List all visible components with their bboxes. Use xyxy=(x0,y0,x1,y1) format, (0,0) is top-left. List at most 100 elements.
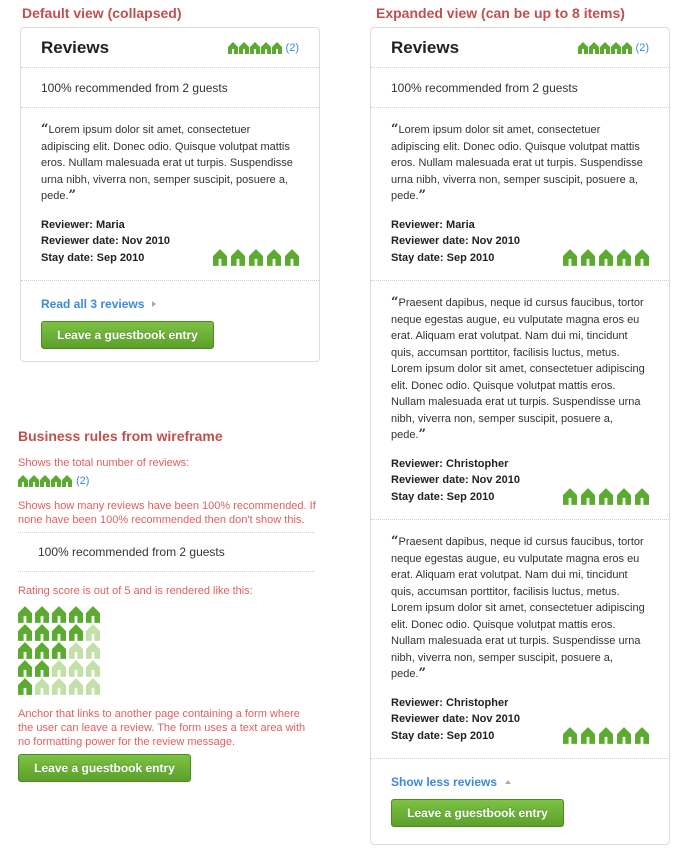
review-body: Praesent dapibus, neque id cursus faucib… xyxy=(391,297,645,441)
reviews-card-expanded: Reviews (2) 100% recommended from 2 gues… xyxy=(370,27,670,845)
review-body: Praesent dapibus, neque id cursus faucib… xyxy=(391,536,645,680)
house-rating-icon xyxy=(35,660,49,677)
show-less-reviews-link[interactable]: Show less reviews xyxy=(391,775,497,789)
review-meta: Reviewer: Maria Reviewer date: Nov 2010 St… xyxy=(391,217,649,267)
house-rating-icon xyxy=(635,488,649,505)
rating-scale-row xyxy=(18,678,318,695)
house-rating-icon xyxy=(635,727,649,744)
review-rating-houses xyxy=(563,727,649,744)
show-less-row: Show less reviews xyxy=(391,775,649,789)
house-rating-icon xyxy=(581,727,595,744)
collapsed-view-heading: Default view (collapsed) xyxy=(22,5,182,21)
review-rating-houses xyxy=(213,249,299,266)
house-rating-icon xyxy=(610,41,621,54)
reviewer-name: Reviewer: Maria xyxy=(41,218,125,231)
review-text: “Praesent dapibus, neque id cursus fauci… xyxy=(391,295,649,444)
overall-rating: (2) xyxy=(577,41,649,54)
house-rating-icon xyxy=(35,624,49,641)
house-rating-icon xyxy=(86,642,100,659)
reviews-title: Reviews xyxy=(41,37,110,57)
review-meta: Reviewer: Christopher Reviewer date: Nov … xyxy=(391,456,649,506)
chevron-right-icon xyxy=(152,301,157,307)
house-rating-icon xyxy=(35,606,49,623)
recommend-summary: 100% recommended from 2 guests xyxy=(371,68,669,108)
house-rating-icon xyxy=(238,41,249,54)
close-quote-mark: ” xyxy=(418,666,427,681)
review-count: (2) xyxy=(635,41,649,54)
review-meta-lines: Reviewer: Christopher Reviewer date: Nov … xyxy=(391,456,520,506)
review-meta-lines: Reviewer: Christopher Reviewer date: Nov … xyxy=(391,695,520,745)
house-rating-icon xyxy=(52,606,66,623)
house-rating-icon xyxy=(577,41,588,54)
house-rating-icon xyxy=(599,488,613,505)
overall-rating-houses xyxy=(577,41,632,54)
close-quote-mark: ” xyxy=(68,188,77,203)
house-rating-icon xyxy=(599,249,613,266)
business-rules-heading: Business rules from wireframe xyxy=(18,428,223,444)
overall-rating: (2) xyxy=(227,41,299,54)
review-text: “Lorem ipsum dolor sit amet, consectetue… xyxy=(41,122,299,205)
rating-scale-row xyxy=(18,624,318,641)
house-rating-icon xyxy=(231,249,245,266)
review-list: “Lorem ipsum dolor sit amet, consectetue… xyxy=(371,108,669,759)
house-rating-icon xyxy=(86,678,100,695)
guestbook-button[interactable]: Leave a guestbook entry xyxy=(391,799,564,827)
guestbook-button[interactable]: Leave a guestbook entry xyxy=(18,754,191,782)
expanded-view-heading: Expanded view (can be up to 8 items) xyxy=(376,5,625,21)
house-rating-icon xyxy=(285,249,299,266)
rating-scale-row xyxy=(18,606,318,623)
guestbook-button[interactable]: Leave a guestbook entry xyxy=(41,321,214,349)
house-rating-icon xyxy=(18,678,32,695)
house-rating-icon xyxy=(563,249,577,266)
house-rating-icon xyxy=(86,606,100,623)
reviews-header: Reviews (2) xyxy=(371,28,669,68)
review-meta-lines: Reviewer: Maria Reviewer date: Nov 2010 St… xyxy=(391,217,520,267)
rule-total-houses xyxy=(18,475,72,487)
house-rating-icon xyxy=(69,642,83,659)
stay-date: Stay date: Sep 2010 xyxy=(391,251,495,264)
house-rating-icon xyxy=(213,249,227,266)
review-body: Lorem ipsum dolor sit amet, consectetuer… xyxy=(391,124,643,202)
house-rating-icon xyxy=(621,41,632,54)
rule-recommend-note: Shows how many reviews have been 100% re… xyxy=(18,500,316,526)
review-date: Reviewer date: Nov 2010 xyxy=(391,713,521,725)
house-rating-icon xyxy=(581,249,595,266)
house-rating-icon xyxy=(249,41,260,54)
reviewer-name: Reviewer: Christopher xyxy=(391,696,509,709)
review-meta: Reviewer: Maria Reviewer date: Nov 2010 St… xyxy=(41,217,299,267)
review-text: “Praesent dapibus, neque id cursus fauci… xyxy=(391,534,649,683)
house-rating-icon xyxy=(52,660,66,677)
review-item: “Lorem ipsum dolor sit amet, consectetue… xyxy=(371,108,669,281)
rule-total-note: Shows the total number of reviews: xyxy=(18,457,190,469)
house-rating-icon xyxy=(18,606,32,623)
house-rating-icon xyxy=(581,488,595,505)
house-rating-icon xyxy=(267,249,281,266)
house-rating-icon xyxy=(86,660,100,677)
card-footer: Show less reviews Leave a guestbook entr… xyxy=(371,759,669,841)
reviews-card-collapsed: Reviews (2) 100% recommended from 2 gues… xyxy=(20,27,320,362)
house-rating-icon xyxy=(40,475,50,487)
house-rating-icon xyxy=(563,488,577,505)
reviews-title: Reviews xyxy=(391,37,460,57)
review-meta: Reviewer: Christopher Reviewer date: Nov … xyxy=(391,695,649,745)
house-rating-icon xyxy=(52,624,66,641)
house-rating-icon xyxy=(69,660,83,677)
rule-recommend-example: 100% recommended from 2 guests xyxy=(18,532,315,572)
stay-date: Stay date: Sep 2010 xyxy=(41,251,145,264)
review-count: (2) xyxy=(285,41,299,54)
review-item: “Lorem ipsum dolor sit amet, consectetue… xyxy=(21,108,319,281)
reviews-header: Reviews (2) xyxy=(21,28,319,68)
read-all-row: Read all 3 reviews xyxy=(41,297,299,311)
review-meta-lines: Reviewer: Maria Reviewer date: Nov 2010 St… xyxy=(41,217,170,267)
business-rules: Business rules from wireframe Shows the … xyxy=(18,428,318,782)
review-date: Reviewer date: Nov 2010 xyxy=(391,474,521,486)
stay-date: Stay date: Sep 2010 xyxy=(391,490,495,503)
house-rating-icon xyxy=(599,41,610,54)
house-rating-icon xyxy=(563,727,577,744)
review-date: Reviewer date: Nov 2010 xyxy=(391,235,521,247)
house-rating-icon xyxy=(227,41,238,54)
rating-scale xyxy=(18,606,318,695)
read-all-reviews-link[interactable]: Read all 3 reviews xyxy=(41,297,144,311)
house-rating-icon xyxy=(271,41,282,54)
overall-rating-houses xyxy=(227,41,282,54)
